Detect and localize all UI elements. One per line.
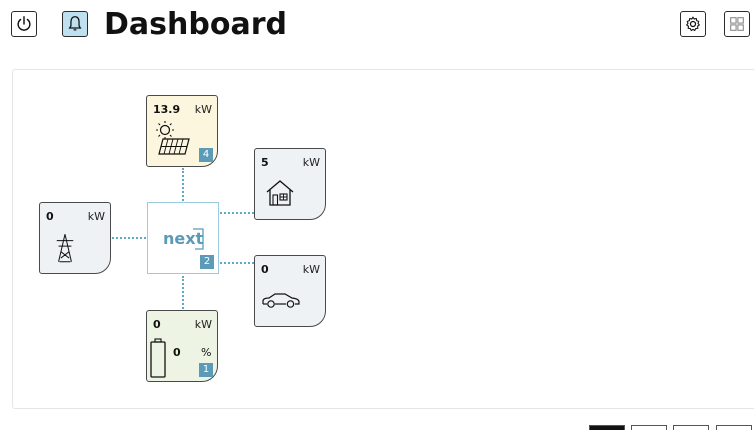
hub-badge: 2: [200, 255, 214, 269]
page-dot-4[interactable]: [716, 425, 752, 430]
hub-card[interactable]: next 2: [147, 202, 219, 274]
battery-soc-unit: %: [201, 346, 212, 359]
notifications-button[interactable]: [62, 11, 88, 37]
car-value: 0: [261, 263, 269, 276]
settings-button[interactable]: [680, 11, 706, 37]
grid-unit: kW: [87, 210, 105, 223]
car-icon: [262, 293, 300, 308]
svg-text:next: next: [163, 229, 204, 248]
next-logo: next: [163, 228, 204, 250]
bell-icon: [68, 16, 82, 31]
connector-hub-car: [220, 262, 254, 264]
house-value: 5: [261, 156, 269, 169]
house-unit: kW: [302, 156, 320, 169]
battery-unit: kW: [194, 318, 212, 331]
solar-value: 13.9: [153, 103, 181, 116]
solar-panel-icon: [156, 121, 190, 155]
gear-icon: [685, 16, 701, 32]
car-unit: kW: [302, 263, 320, 276]
battery-soc-value: 0: [173, 346, 181, 359]
connector-hub-battery: [182, 276, 184, 309]
layout-button[interactable]: [724, 11, 750, 37]
grid-card[interactable]: 0 kW: [39, 202, 111, 274]
car-card[interactable]: 0 kW: [254, 255, 326, 327]
grid-layout-icon: [730, 17, 744, 31]
solar-unit: kW: [194, 103, 212, 116]
page-title: Dashboard: [104, 7, 287, 42]
page-dot-2[interactable]: [631, 425, 667, 430]
solar-badge: 4: [199, 148, 213, 162]
connector-hub-house: [220, 212, 254, 214]
battery-icon: [150, 338, 166, 378]
power-icon: [17, 16, 31, 31]
connector-solar-hub: [182, 168, 184, 201]
energy-flow-panel: [12, 69, 754, 409]
battery-card[interactable]: 0 kW 0 % 1: [146, 310, 218, 382]
power-tower-icon: [56, 234, 74, 263]
power-button[interactable]: [11, 11, 37, 37]
battery-badge: 1: [199, 363, 213, 377]
house-card[interactable]: 5 kW: [254, 148, 326, 220]
battery-value: 0: [153, 318, 161, 331]
grid-value: 0: [46, 210, 54, 223]
page-dot-3[interactable]: [673, 425, 709, 430]
page-dot-1[interactable]: [589, 425, 625, 430]
house-icon: [266, 180, 294, 206]
solar-card[interactable]: 13.9 kW 4: [146, 95, 218, 167]
connector-grid-hub: [112, 237, 146, 239]
